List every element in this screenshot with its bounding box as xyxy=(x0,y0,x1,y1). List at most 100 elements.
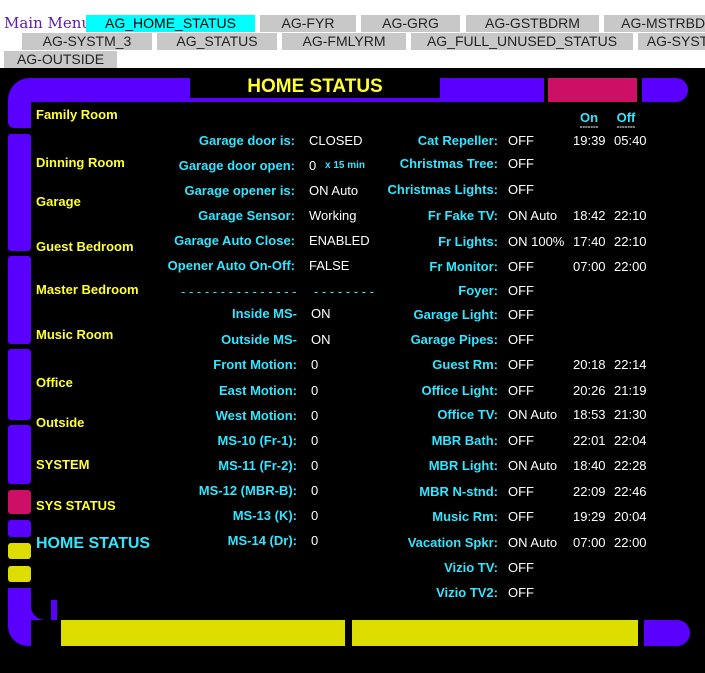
device-state[interactable]: ON Auto xyxy=(508,407,557,422)
page-title: HOME STATUS xyxy=(190,76,440,98)
tab-ag-systm-3[interactable]: AG-SYSTM_3 xyxy=(22,33,152,50)
device-on-time: 22:01 xyxy=(573,433,606,448)
garage-value: 0 xyxy=(309,158,317,173)
on-underline: ------- xyxy=(579,122,599,131)
garage-label: Garage door is: xyxy=(198,133,295,148)
device-off-time: 05:40 xyxy=(614,133,647,148)
device-on-time: 20:26 xyxy=(573,383,606,398)
device-off-time: 22:14 xyxy=(614,357,647,372)
tab-ag-system[interactable]: AG-SYSTEM xyxy=(638,33,705,50)
main-menu-link[interactable]: Main Menu xyxy=(4,14,91,32)
device-state[interactable]: OFF xyxy=(508,509,534,524)
device-state[interactable]: ON 100% xyxy=(508,234,564,249)
tab-ag-home-status[interactable]: AG_HOME_STATUS xyxy=(86,15,255,32)
device-on-time: 20:18 xyxy=(573,357,606,372)
device-state[interactable]: OFF xyxy=(508,332,534,347)
sidebar-block-2 xyxy=(8,256,31,344)
tab-ag-grg[interactable]: AG-GRG xyxy=(361,15,460,32)
nav-music-room[interactable]: Music Room xyxy=(36,327,113,342)
device-on-time: 18:40 xyxy=(573,458,606,473)
device-label: MBR Light: xyxy=(428,458,498,473)
nav-outside[interactable]: Outside xyxy=(36,415,84,430)
device-state[interactable]: OFF xyxy=(508,383,534,398)
sidebar-block-3 xyxy=(8,349,31,420)
tab-ag-gstbdrm[interactable]: AG-GSTBDRM xyxy=(466,15,599,32)
motion-value: 0 xyxy=(311,433,319,448)
device-state[interactable]: ON Auto xyxy=(508,458,557,473)
device-off-time: 22:10 xyxy=(614,234,647,249)
device-state[interactable]: OFF xyxy=(508,585,534,600)
nav-sys-status[interactable]: SYS STATUS xyxy=(36,498,116,513)
device-state[interactable]: OFF xyxy=(508,283,534,298)
frame-accent-block xyxy=(548,78,637,102)
device-state[interactable]: OFF xyxy=(508,156,534,171)
device-state[interactable]: ON Auto xyxy=(508,535,557,550)
device-state[interactable]: OFF xyxy=(508,182,534,197)
device-state[interactable]: OFF xyxy=(508,433,534,448)
motion-value: 0 xyxy=(311,408,319,423)
device-off-time: 22:46 xyxy=(614,484,647,499)
device-label: Garage Pipes: xyxy=(410,332,498,347)
tab-ag-mstrbdrm[interactable]: AG-MSTRBDRM xyxy=(604,15,705,32)
motion-value: 0 xyxy=(311,383,319,398)
device-off-time: 21:30 xyxy=(614,407,647,422)
device-label: MBR N-stnd: xyxy=(419,484,498,499)
device-label: Christmas Lights: xyxy=(387,182,498,197)
motion-label: MS-12 (MBR-B): xyxy=(198,483,297,498)
garage-value: ON Auto xyxy=(309,183,359,198)
tab-ag-outside[interactable]: AG-OUTSIDE xyxy=(4,51,117,68)
nav-office[interactable]: Office xyxy=(36,375,73,390)
motion-label: Outside MS- xyxy=(221,332,297,347)
tab-strip: Main Menu AG_HOME_STATUS AG-FYR AG-GRG A… xyxy=(0,0,705,68)
tab-ag-fyr[interactable]: AG-FYR xyxy=(260,15,356,32)
nav-garage[interactable]: Garage xyxy=(36,194,81,209)
off-underline: ------- xyxy=(616,122,636,131)
device-label: Music Rm: xyxy=(432,509,498,524)
device-state[interactable]: OFF xyxy=(508,357,534,372)
garage-label: Garage Auto Close: xyxy=(174,233,295,248)
motion-label: MS-13 (K): xyxy=(232,508,297,523)
motion-label: Front Motion: xyxy=(213,357,297,372)
device-on-time: 19:39 xyxy=(573,133,606,148)
nav-system[interactable]: SYSTEM xyxy=(36,457,89,472)
device-label: Cat Repeller: xyxy=(417,133,498,148)
device-label: Vacation Spkr: xyxy=(407,535,498,550)
tab-ag-fmlyrm[interactable]: AG-FMLYRM xyxy=(282,33,406,50)
device-off-time: 22:00 xyxy=(614,259,647,274)
garage-value: CLOSED xyxy=(309,133,363,148)
motion-label: MS-14 (Dr): xyxy=(227,533,297,548)
device-state[interactable]: OFF xyxy=(508,307,534,322)
device-state[interactable]: OFF xyxy=(508,259,534,274)
motion-label: Inside MS- xyxy=(231,306,297,321)
sidebar-block-5 xyxy=(8,520,31,537)
device-label: Fr Lights: xyxy=(438,234,498,249)
motion-value: 0 xyxy=(311,533,319,548)
motion-label: MS-11 (Fr-2): xyxy=(218,458,297,473)
nav-family-room[interactable]: Family Room xyxy=(36,107,118,122)
tab-ag-full-unused-status[interactable]: AG_FULL_UNUSED_STATUS xyxy=(411,33,633,50)
nav-master-bedroom[interactable]: Master Bedroom xyxy=(36,282,139,297)
motion-value: ON xyxy=(311,306,331,321)
garage-label: Garage door open: xyxy=(178,158,295,173)
motion-value: 0 xyxy=(311,357,319,372)
device-state[interactable]: OFF xyxy=(508,484,534,499)
device-state[interactable]: OFF xyxy=(508,133,534,148)
device-state[interactable]: OFF xyxy=(508,560,534,575)
device-off-time: 22:10 xyxy=(614,208,647,223)
garage-label: Garage Sensor: xyxy=(198,208,295,223)
device-label: Christmas Tree: xyxy=(399,156,498,171)
tab-ag-status[interactable]: AG_STATUS xyxy=(157,33,277,50)
motion-label: West Motion: xyxy=(215,408,297,423)
motion-value: 0 xyxy=(311,483,319,498)
garage-label: Opener Auto On-Off: xyxy=(167,258,295,273)
device-label: Office TV: xyxy=(437,407,498,422)
garage-value: Working xyxy=(309,208,357,223)
motion-value: ON xyxy=(311,332,331,347)
motion-value: 0 xyxy=(311,458,319,473)
device-state[interactable]: ON Auto xyxy=(508,208,557,223)
device-on-time: 18:42 xyxy=(573,208,606,223)
sidebar-block-4 xyxy=(8,425,31,484)
sidebar-block-1 xyxy=(8,134,31,251)
motion-label: MS-10 (Fr-1): xyxy=(217,433,297,448)
device-off-time: 22:28 xyxy=(614,458,647,473)
